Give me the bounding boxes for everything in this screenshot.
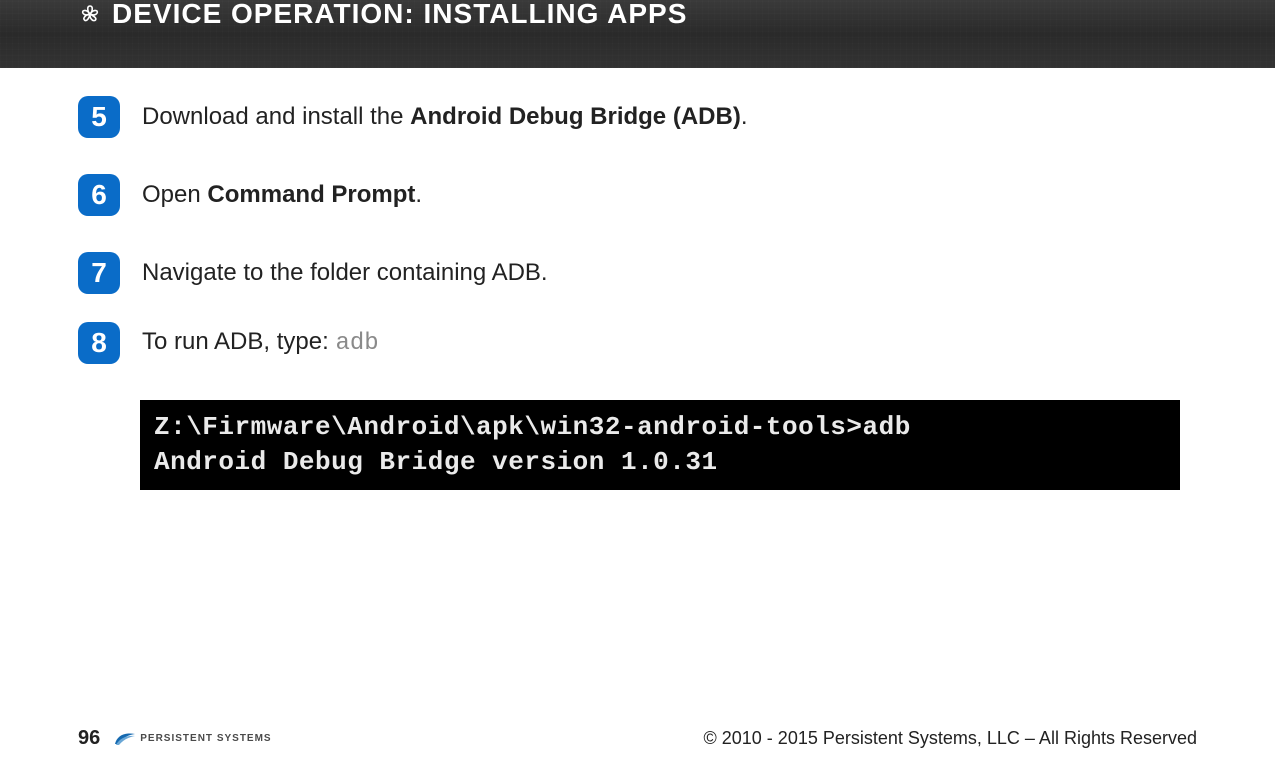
step-badge: 5: [78, 96, 120, 138]
terminal-line: Z:\Firmware\Android\apk\win32-android-to…: [154, 412, 911, 442]
step-8: 8 To run ADB, type: adb: [78, 322, 1197, 364]
step-badge: 6: [78, 174, 120, 216]
brand-name: PERSISTENT SYSTEMS: [140, 733, 271, 744]
step-text: Download and install the Android Debug B…: [142, 101, 747, 133]
title-suffix: INSTALLING APPS: [415, 0, 688, 29]
page-footer: 96 PERSISTENT SYSTEMS © 2010 - 2015 Pers…: [0, 727, 1275, 750]
footer-left: 96 PERSISTENT SYSTEMS: [78, 727, 272, 750]
terminal-line: Android Debug Bridge version 1.0.31: [154, 447, 718, 477]
page-title: DEVICE OPERATION: INSTALLING APPS: [112, 0, 687, 28]
text-segment-mono: adb: [335, 330, 378, 357]
device-operation-icon: [78, 2, 102, 26]
title-prefix: DEVICE OPERATION:: [112, 0, 415, 29]
text-segment: Open: [142, 181, 207, 208]
step-text: Navigate to the folder containing ADB.: [142, 257, 548, 289]
step-5: 5 Download and install the Android Debug…: [78, 96, 1197, 138]
logo-swoosh-icon: [114, 730, 136, 748]
step-6: 6 Open Command Prompt.: [78, 174, 1197, 216]
text-segment: Download and install the: [142, 103, 410, 130]
text-segment-bold: Android Debug Bridge (ADB): [410, 103, 741, 130]
text-segment-bold: Command Prompt: [207, 181, 415, 208]
page-number: 96: [78, 727, 100, 750]
text-segment: .: [741, 103, 748, 130]
step-text: To run ADB, type: adb: [142, 326, 379, 360]
page-header: DEVICE OPERATION: INSTALLING APPS: [0, 0, 1275, 68]
step-badge: 7: [78, 252, 120, 294]
brand-logo: PERSISTENT SYSTEMS: [114, 730, 271, 748]
text-segment: .: [415, 181, 422, 208]
step-7: 7 Navigate to the folder containing ADB.: [78, 252, 1197, 294]
step-text: Open Command Prompt.: [142, 179, 422, 211]
text-segment: To run ADB, type:: [142, 328, 335, 355]
terminal-screenshot: Z:\Firmware\Android\apk\win32-android-to…: [140, 400, 1180, 490]
text-segment: Navigate to the folder containing ADB.: [142, 259, 548, 286]
step-badge: 8: [78, 322, 120, 364]
copyright-text: © 2010 - 2015 Persistent Systems, LLC – …: [704, 728, 1198, 749]
content-area: 5 Download and install the Android Debug…: [0, 68, 1275, 490]
